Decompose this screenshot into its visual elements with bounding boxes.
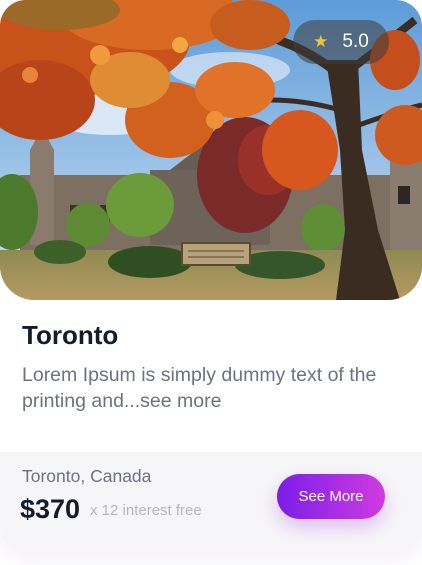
rating-badge: ★ 5.0 <box>293 20 389 64</box>
rating-value: 5.0 <box>342 31 369 52</box>
interest-note: x 12 interest free <box>90 502 202 519</box>
card-footer: Toronto, Canada $370 x 12 interest free … <box>0 452 422 553</box>
price: $370 <box>20 494 81 524</box>
star-icon: ★ <box>313 31 329 52</box>
location-label: Toronto, Canada <box>22 466 152 486</box>
destination-card: ★ 5.0 Toronto Lorem Ipsum is simply dumm… <box>0 0 422 553</box>
hero-image: ★ 5.0 <box>0 0 422 300</box>
card-title: Toronto <box>22 320 119 350</box>
see-more-button[interactable]: See More <box>277 474 385 519</box>
card-description: Lorem Ipsum is simply dummy text of the … <box>22 364 377 412</box>
